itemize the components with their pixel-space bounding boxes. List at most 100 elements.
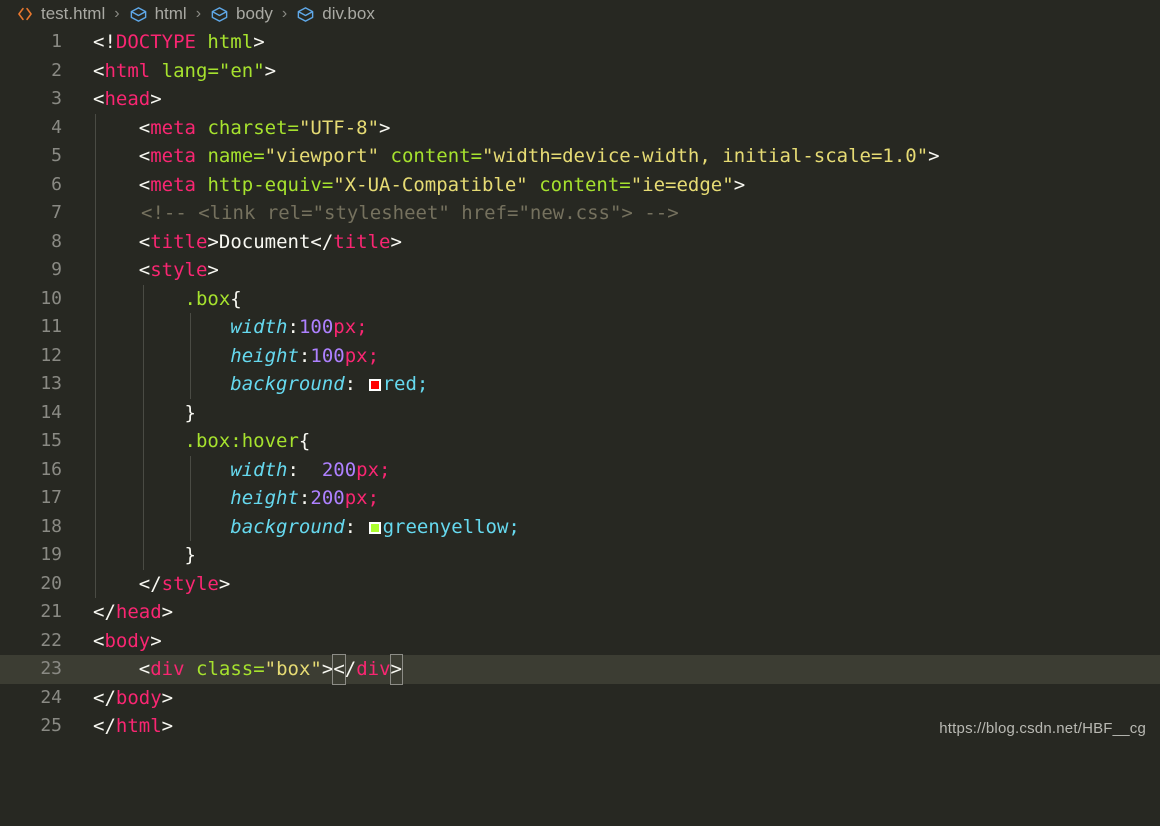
code-line[interactable]: 18 background: greenyellow; bbox=[0, 512, 1160, 542]
color-swatch-greenyellow[interactable] bbox=[368, 521, 381, 534]
line-content[interactable]: <head> bbox=[93, 85, 162, 114]
code-line[interactable]: 17 height:200px; bbox=[0, 484, 1160, 513]
token-property: height bbox=[230, 344, 299, 367]
line-content[interactable]: height:100px; bbox=[93, 342, 379, 371]
line-content[interactable]: } bbox=[93, 541, 196, 570]
breadcrumb-item-html[interactable]: html bbox=[129, 4, 187, 24]
token-tag-html: html bbox=[207, 31, 254, 53]
code-line[interactable]: 24 </body> bbox=[0, 684, 1160, 713]
token-property: background bbox=[230, 373, 345, 395]
breadcrumb-item-div[interactable]: div.box bbox=[296, 4, 375, 24]
line-number: 21 bbox=[40, 601, 62, 622]
token-tag: meta bbox=[150, 116, 196, 139]
line-content[interactable]: <!DOCTYPE html> bbox=[93, 28, 265, 57]
code-line[interactable]: 3 <head> bbox=[0, 85, 1160, 114]
code-line[interactable]: 21 </head> bbox=[0, 598, 1160, 627]
token-semicolon: ; bbox=[508, 515, 520, 538]
line-content[interactable]: </head> bbox=[93, 598, 173, 627]
code-line[interactable]: 8 <title>Document</title> bbox=[0, 227, 1160, 257]
line-content[interactable]: background: red; bbox=[93, 370, 428, 399]
token-unit: px bbox=[333, 316, 357, 338]
line-number: 5 bbox=[51, 145, 62, 166]
line-content[interactable]: </style> bbox=[93, 570, 231, 599]
token-colon: : bbox=[298, 344, 311, 367]
token-attr: http-equiv bbox=[207, 173, 322, 196]
token-unit: px bbox=[344, 344, 368, 367]
token-brace: { bbox=[298, 430, 311, 452]
line-content[interactable]: <div class="box"></div> bbox=[93, 654, 404, 685]
line-number: 13 bbox=[40, 373, 62, 394]
line-content[interactable]: .box:hover{ bbox=[93, 427, 311, 456]
code-line[interactable]: 20 </style> bbox=[0, 569, 1160, 599]
code-line[interactable]: 6 <meta http-equiv="X-UA-Compatible" con… bbox=[0, 170, 1160, 200]
token-tag: style bbox=[150, 259, 208, 281]
code-line[interactable]: 22 <body> bbox=[0, 627, 1160, 656]
token-colon: : bbox=[287, 458, 299, 481]
breadcrumb-separator: › bbox=[195, 5, 202, 22]
breadcrumb-item-file[interactable]: test.html bbox=[16, 4, 105, 24]
line-content[interactable]: <body> bbox=[93, 627, 162, 656]
token-colon: : bbox=[344, 373, 357, 395]
token-colon: : bbox=[287, 316, 299, 338]
line-content[interactable]: .box{ bbox=[93, 285, 242, 314]
line-number: 16 bbox=[40, 458, 62, 480]
line-content[interactable]: <meta name="viewport" content="width=dev… bbox=[93, 142, 940, 171]
code-line[interactable]: 10 .box{ bbox=[0, 284, 1160, 314]
line-content[interactable]: background: greenyellow; bbox=[93, 513, 520, 542]
breadcrumb-separator: › bbox=[114, 5, 120, 22]
code-line[interactable]: 5 <meta name="viewport" content="width=d… bbox=[0, 142, 1160, 171]
code-line[interactable]: 13 background: red; bbox=[0, 370, 1160, 399]
token-property: width bbox=[230, 316, 288, 338]
token-attr: class bbox=[196, 658, 254, 680]
line-number: 20 bbox=[40, 572, 62, 594]
code-editor[interactable]: 1 <!DOCTYPE html> 2 <html lang="en"> 3 <… bbox=[0, 28, 1160, 745]
line-content[interactable]: <meta http-equiv="X-UA-Compatible" conte… bbox=[93, 171, 745, 200]
line-number: 3 bbox=[51, 88, 62, 109]
line-content[interactable]: </body> bbox=[93, 684, 173, 713]
token-tag: div bbox=[356, 658, 391, 680]
token-brace: } bbox=[184, 401, 196, 424]
line-content[interactable]: <meta charset="UTF-8"> bbox=[93, 114, 391, 143]
breadcrumb-item-body[interactable]: body bbox=[210, 4, 273, 24]
line-number: 19 bbox=[40, 544, 62, 565]
code-line[interactable]: 15 .box:hover{ bbox=[0, 427, 1160, 456]
line-number: 17 bbox=[40, 487, 62, 508]
token-number: 100 bbox=[310, 344, 345, 367]
token-color-value: greenyellow bbox=[382, 515, 509, 538]
code-line[interactable]: 4 <meta charset="UTF-8"> bbox=[0, 113, 1160, 143]
code-line[interactable]: 9 <style> bbox=[0, 256, 1160, 285]
line-number: 23 bbox=[40, 658, 62, 679]
line-number: 15 bbox=[40, 430, 62, 451]
line-number: 10 bbox=[40, 287, 62, 309]
token-property: width bbox=[230, 458, 288, 481]
code-line[interactable]: 1 <!DOCTYPE html> bbox=[0, 28, 1160, 57]
line-content[interactable]: width:100px; bbox=[93, 313, 368, 342]
code-line[interactable]: 19 } bbox=[0, 541, 1160, 570]
code-line[interactable]: 14 } bbox=[0, 398, 1160, 428]
line-content[interactable]: <title>Document</title> bbox=[93, 228, 402, 257]
token-semicolon: ; bbox=[356, 316, 368, 338]
line-number: 7 bbox=[51, 202, 62, 223]
code-line[interactable]: 7 <!-- <link rel="stylesheet" href="new.… bbox=[0, 199, 1160, 228]
line-content[interactable]: <style> bbox=[93, 256, 219, 285]
line-content[interactable]: <html lang="en"> bbox=[93, 57, 276, 86]
code-line-active[interactable]: 23 <div class="box"></div> bbox=[0, 654, 1160, 685]
token-semicolon: ; bbox=[416, 373, 429, 395]
line-number: 8 bbox=[51, 230, 62, 252]
token-selector: .box:hover bbox=[184, 430, 299, 452]
line-content[interactable]: </html> bbox=[93, 712, 173, 741]
token-attr-value: "box" bbox=[264, 658, 322, 680]
token-property: background bbox=[230, 515, 345, 538]
code-line[interactable]: 11 width:100px; bbox=[0, 313, 1160, 342]
line-content[interactable]: height:200px; bbox=[93, 484, 379, 513]
token-semicolon: ; bbox=[379, 458, 391, 481]
symbol-namespace-icon bbox=[296, 5, 315, 24]
token-attr: lang bbox=[161, 59, 208, 82]
code-line[interactable]: 12 height:100px; bbox=[0, 341, 1160, 371]
code-line[interactable]: 16 width: 200px; bbox=[0, 455, 1160, 485]
color-swatch-red[interactable] bbox=[368, 379, 381, 391]
line-number: 11 bbox=[40, 316, 62, 337]
code-line[interactable]: 2 <html lang="en"> bbox=[0, 57, 1160, 86]
line-content[interactable]: } bbox=[93, 399, 196, 428]
line-content[interactable]: width: 200px; bbox=[93, 456, 391, 485]
